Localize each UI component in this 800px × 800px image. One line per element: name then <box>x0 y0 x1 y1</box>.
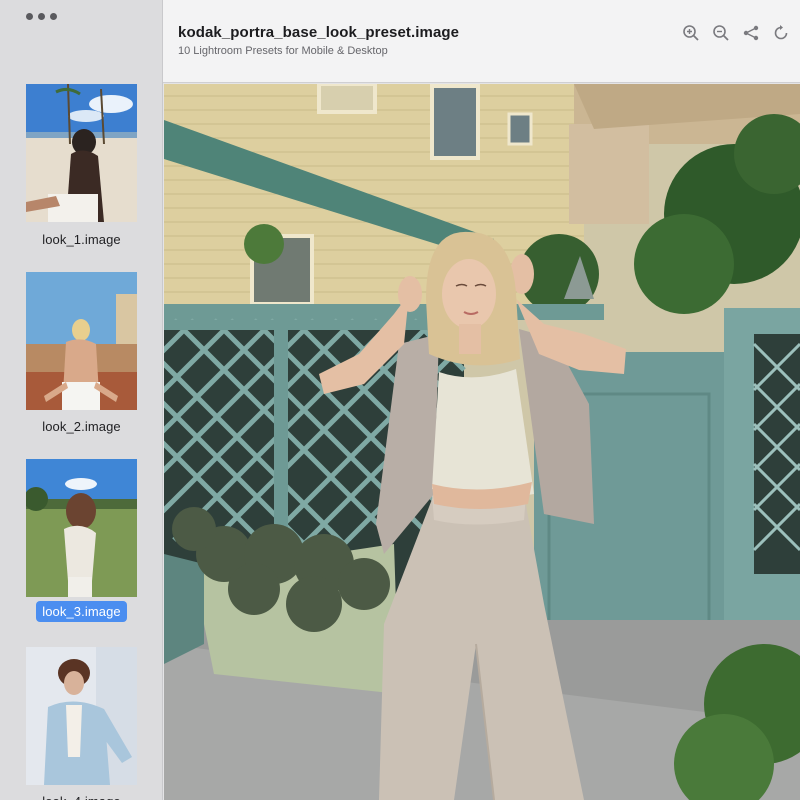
thumbnail-look-4[interactable] <box>26 647 137 785</box>
image-preview <box>164 84 800 800</box>
thumbnail-label-selected[interactable]: look_3.image <box>0 601 162 622</box>
zoom-in-icon[interactable] <box>680 22 702 44</box>
thumbnail-label[interactable]: look_4.image <box>0 791 162 800</box>
share-icon[interactable] <box>740 22 762 44</box>
preview-photo <box>164 84 800 800</box>
viewer-toolbar <box>680 22 792 44</box>
thumbnail-look-1[interactable] <box>26 84 137 222</box>
thumbnail-label[interactable]: look_1.image <box>0 229 162 250</box>
more-dots-icon[interactable] <box>26 13 57 20</box>
thumbnail-look-2[interactable] <box>26 272 137 410</box>
thumbnail-label[interactable]: look_2.image <box>0 416 162 437</box>
file-title: kodak_portra_base_look_preset.image <box>178 24 460 41</box>
rotate-icon[interactable] <box>770 22 792 44</box>
viewer-header: kodak_portra_base_look_preset.image 10 L… <box>163 0 800 83</box>
thumbnail-sidebar: look_1.image look_2.image look_3.image <box>0 0 163 800</box>
zoom-out-icon[interactable] <box>710 22 732 44</box>
file-subtitle: 10 Lightroom Presets for Mobile & Deskto… <box>178 45 388 57</box>
thumbnail-look-3[interactable] <box>26 459 137 597</box>
